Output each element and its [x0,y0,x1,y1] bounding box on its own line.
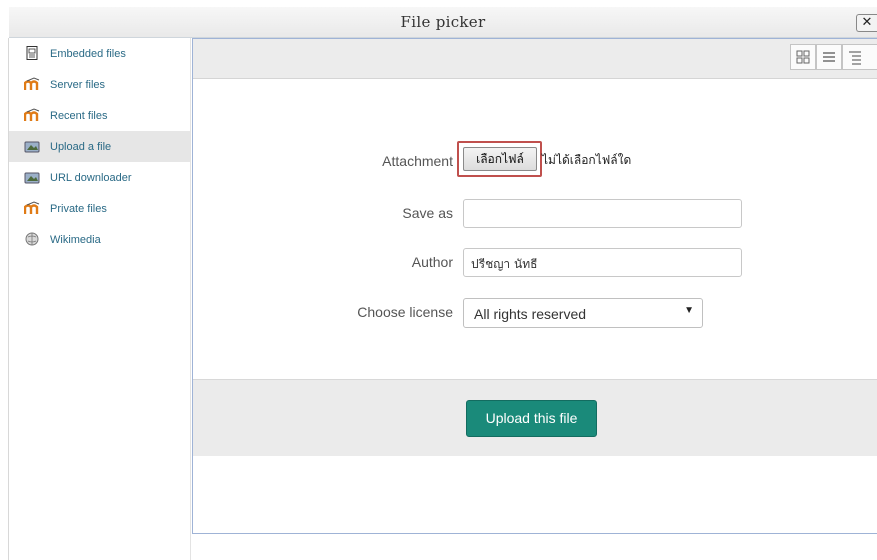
sidebar-item-label: Private files [50,203,107,215]
sidebar-item-server-files[interactable]: Server files [9,69,190,100]
dialog-titlebar: File picker ✕ [9,7,877,38]
author-label: Author [411,254,453,270]
upload-icon [24,139,40,153]
embedded-file-icon [24,46,40,60]
save-as-row: Save as [193,199,877,229]
moodle-icon [23,201,40,215]
repository-sidebar: Embedded files Server files Recent files… [9,38,191,560]
list-icon [823,52,835,62]
close-button[interactable]: ✕ [856,14,877,32]
author-input[interactable]: ปรีชญา นัทธี [463,248,742,277]
list-view-button[interactable] [816,44,842,70]
license-select[interactable]: All rights reserved ▼ [463,298,703,328]
sidebar-item-label: Recent files [50,110,108,122]
sidebar-item-recent-files[interactable]: Recent files [9,100,190,131]
dropdown-arrow-icon: ▼ [684,305,694,316]
tree-view-button[interactable] [842,44,877,70]
url-downloader-icon [24,170,40,184]
sidebar-item-private-files[interactable]: Private files [9,193,190,224]
icon-view-button[interactable] [790,44,816,70]
sidebar-item-url-downloader[interactable]: URL downloader [9,162,190,193]
license-selected-value: All rights reserved [474,306,587,322]
save-as-input[interactable] [463,199,742,228]
sidebar-item-embedded-files[interactable]: Embedded files [9,38,190,69]
moodle-icon [23,77,40,91]
wikimedia-icon [24,232,40,246]
sidebar-item-label: Server files [50,79,106,91]
tree-icon [849,51,861,65]
sidebar-item-label: Wikimedia [50,234,101,246]
form-footer: Upload this file [193,379,877,456]
sidebar-item-label: Upload a file [50,141,112,153]
upload-this-file-button[interactable]: Upload this file [466,400,597,437]
file-picker-dialog: File picker ✕ Embedded files Server file… [0,0,877,560]
author-row: Author ปรีชญา นัทธี [193,248,877,278]
main-panel: Attachment เลือกไฟล์ ไม่ได้เลือกไฟล์ใด S… [192,38,877,534]
sidebar-item-label: URL downloader [50,172,132,184]
dialog-title: File picker [400,13,486,31]
moodle-icon [23,108,40,122]
attachment-label: Attachment [382,153,453,169]
license-label: Choose license [357,304,453,320]
choose-file-button[interactable]: เลือกไฟล์ [463,147,537,171]
sidebar-item-upload-a-file[interactable]: Upload a file [9,131,190,162]
save-as-label: Save as [402,205,453,221]
view-toolbar [193,39,877,79]
no-file-selected-text: ไม่ได้เลือกไฟล์ใด [542,153,632,167]
grid-icon [796,50,810,64]
license-row: Choose license All rights reserved ▼ [193,298,877,328]
sidebar-item-wikimedia[interactable]: Wikimedia [9,224,190,255]
sidebar-item-label: Embedded files [50,48,126,60]
